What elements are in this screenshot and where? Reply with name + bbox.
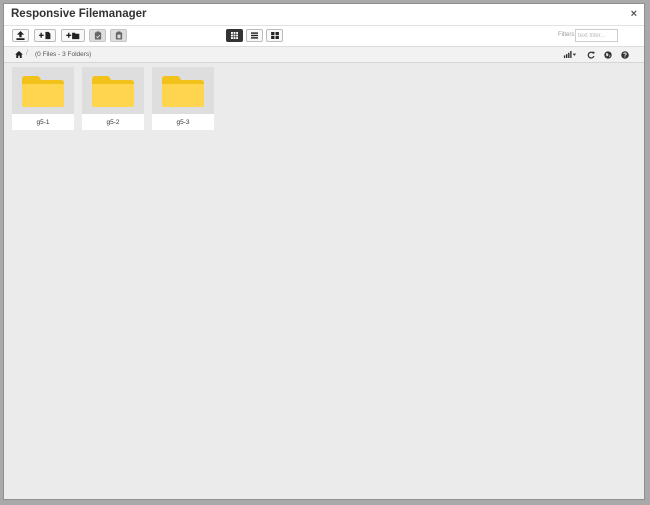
clipboard-clear-icon <box>115 31 122 40</box>
sort-icon[interactable] <box>563 51 577 58</box>
breadcrumb-separator: / <box>26 50 28 57</box>
filter-label: Filters: <box>558 32 576 38</box>
columns-icon <box>270 32 279 39</box>
folder-label: g5-2 <box>82 114 144 130</box>
paste-button[interactable] <box>89 29 106 42</box>
plus-file-icon <box>39 31 51 40</box>
close-icon[interactable]: × <box>631 8 637 20</box>
new-folder-button[interactable] <box>61 29 85 42</box>
folder-item[interactable]: g5-2 <box>82 67 144 130</box>
breadcrumb: / (0 Files - 3 Folders) <box>4 47 644 63</box>
upload-icon <box>16 31 25 40</box>
view-list-button[interactable] <box>246 29 263 42</box>
view-boxes-button[interactable] <box>226 29 243 42</box>
language-icon[interactable] <box>604 51 612 59</box>
toolbar: Filters: <box>4 26 644 47</box>
help-icon[interactable] <box>621 51 629 59</box>
title-bar: Responsive Filemanager × <box>4 4 644 26</box>
grid-icon <box>231 32 238 39</box>
filemanager-window: Responsive Filemanager × Filters: text f… <box>3 3 645 500</box>
folder-item[interactable]: g5-1 <box>12 67 74 130</box>
folder-label: g5-3 <box>152 114 214 130</box>
home-icon[interactable] <box>15 51 23 58</box>
folder-icon <box>162 76 204 107</box>
new-file-button[interactable] <box>34 29 56 42</box>
filter-input[interactable] <box>575 29 618 42</box>
refresh-icon[interactable] <box>587 51 595 59</box>
upload-button[interactable] <box>12 29 29 42</box>
plus-folder-icon <box>66 32 80 40</box>
folder-item[interactable]: g5-3 <box>152 67 214 130</box>
clipboard-paste-icon <box>94 31 101 40</box>
folder-label: g5-1 <box>12 114 74 130</box>
file-count: (0 Files - 3 Folders) <box>35 51 92 58</box>
folder-icon <box>92 76 134 107</box>
window-title: Responsive Filemanager <box>11 8 147 20</box>
clear-clipboard-button[interactable] <box>110 29 127 42</box>
folder-icon <box>22 76 64 107</box>
list-icon <box>251 32 258 39</box>
view-columns-button[interactable] <box>266 29 283 42</box>
